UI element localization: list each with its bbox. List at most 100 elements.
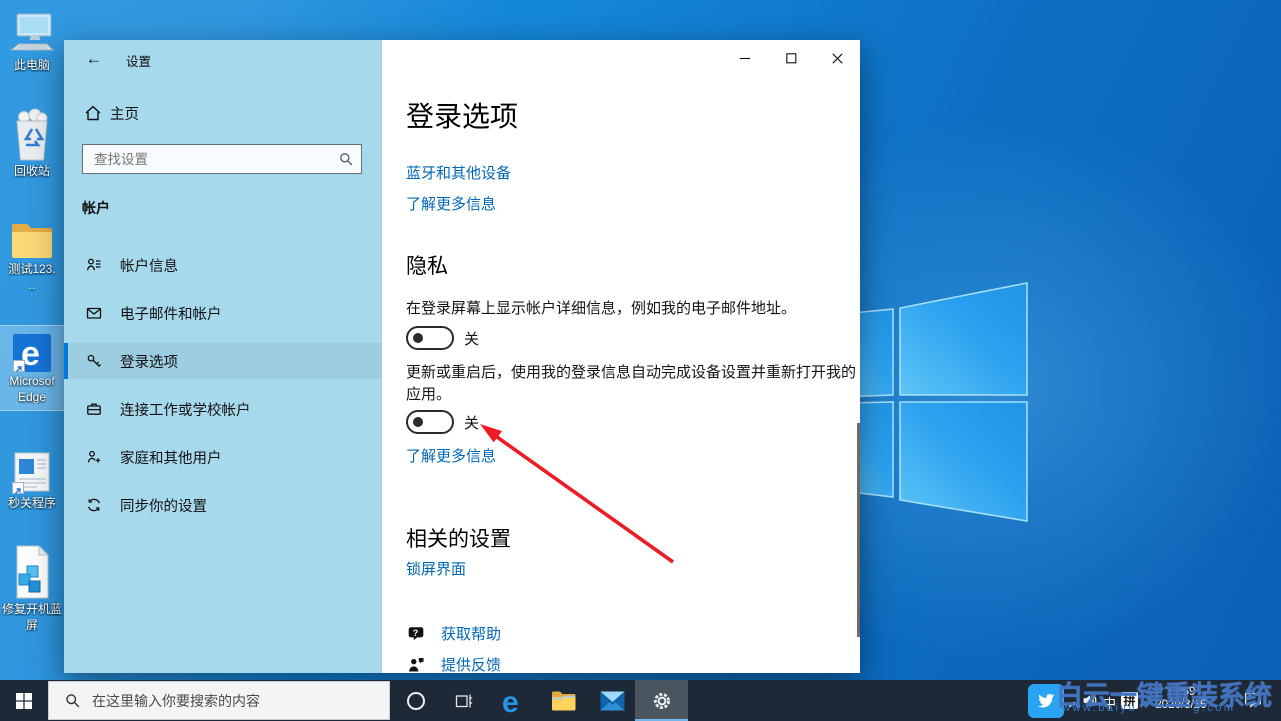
search-icon[interactable] [339,152,353,166]
toggle2-state-label: 关 [464,412,479,433]
settings-window: ← 设置 主页 帐户 帐户信息 电子邮件和帐户 登录 [64,40,860,673]
bluetooth-devices-link[interactable]: 蓝牙和其他设备 [406,162,511,183]
get-help-link[interactable]: 获取帮助 [441,623,501,644]
desktop-icon-label: Edge [18,390,46,404]
desktop-icon-test-folder[interactable]: 测试123. .. [0,218,64,292]
learn-more-link-top[interactable]: 了解更多信息 [406,193,496,214]
desktop-icon-recycle-bin[interactable]: 回收站 [0,108,64,178]
email-icon [86,305,102,321]
cortana-button[interactable] [398,680,434,721]
selected-accent-bar [64,343,68,379]
taskbar-search-box[interactable] [48,681,390,720]
windows-start-icon [16,693,32,709]
learn-more-link-privacy[interactable]: 了解更多信息 [406,445,496,466]
gear-icon [652,691,672,711]
settings-search-box[interactable] [82,144,362,174]
privacy-setting1-text: 在登录屏幕上显示帐户详细信息，例如我的电子邮件地址。 [406,298,861,320]
desktop-icon-label: Microsof [9,374,54,388]
home-icon [84,104,102,122]
desktop-icon-this-pc[interactable]: 此电脑 [0,12,64,72]
desktop-icon-label: 修复开机蓝 [2,602,62,616]
desktop-icon-microsoft-edge[interactable]: e Microsof Edge [0,326,64,410]
privacy-heading: 隐私 [406,250,448,280]
sidebar-item-family-users[interactable]: 家庭和其他用户 [64,439,382,475]
desktop: 此电脑 回收站 测试123. .. e M [0,0,1281,721]
toggle-knob [413,333,423,343]
file-explorer-icon [551,690,576,711]
shortcut-arrow-icon [12,482,24,494]
back-button[interactable]: ← [80,46,108,72]
sidebar-item-label: 连接工作或学校帐户 [120,399,251,420]
scrollbar-thumb[interactable] [857,423,860,637]
sidebar-home-label: 主页 [110,103,139,124]
desktop-icon-app-shortcut[interactable]: 秒关程序 [0,450,64,510]
folder-icon [9,218,55,260]
maximize-button[interactable] [768,40,814,76]
minimize-button[interactable] [722,40,768,76]
sidebar-item-email-accounts[interactable]: 电子邮件和帐户 [64,295,382,331]
feedback-person-icon [407,656,425,674]
window-controls [722,40,860,76]
get-help-row[interactable]: ? 获取帮助 [407,623,501,644]
sidebar-item-work-school[interactable]: 连接工作或学校帐户 [64,391,382,427]
this-pc-icon [9,12,55,56]
recycle-bin-icon [10,108,54,162]
sidebar-item-home[interactable]: 主页 [64,98,382,128]
give-feedback-row[interactable]: 提供反馈 [407,654,501,675]
desktop-icon-label: 测试123. [8,262,55,276]
svg-text:?: ? [413,627,419,637]
search-icon [65,693,80,708]
taskbar-explorer-button[interactable] [545,680,581,721]
sidebar-item-label: 帐户信息 [120,255,178,276]
close-button[interactable] [814,40,860,76]
taskbar-settings-button-active[interactable] [635,680,688,721]
shortcut-arrow-icon [13,360,25,372]
sidebar-item-signin-options[interactable]: 登录选项 [64,343,382,379]
give-feedback-link[interactable]: 提供反馈 [441,654,501,675]
sidebar-item-label: 电子邮件和帐户 [120,303,222,324]
toggle1-state-label: 关 [464,328,479,349]
sidebar-item-account-info[interactable]: 帐户信息 [64,247,382,283]
edge-icon: e [500,685,528,717]
page-title: 登录选项 [406,95,518,135]
show-account-details-toggle[interactable] [406,326,454,350]
sync-icon [86,497,102,513]
task-view-icon [455,692,473,710]
key-icon [86,353,102,369]
taskbar-edge-button[interactable]: e [496,680,532,721]
settings-sidebar: ← 设置 主页 帐户 帐户信息 电子邮件和帐户 登录 [64,40,382,673]
desktop-icon-label: .. [29,278,36,292]
sidebar-section-header: 帐户 [82,198,110,218]
desktop-icon-label: 回收站 [14,164,50,178]
lock-screen-link[interactable]: 锁屏界面 [406,558,466,579]
account-icon [86,257,102,273]
desktop-icon-label: 屏 [26,618,38,632]
privacy-setting2-text: 更新或重启后，使用我的登录信息自动完成设备设置并重新打开我的应用。 [406,362,858,406]
briefcase-icon [86,401,102,417]
edge-tile-icon: e [13,334,51,372]
desktop-icon-label: 秒关程序 [8,496,56,510]
cortana-icon [406,691,426,711]
start-button[interactable] [0,680,48,721]
mail-icon [600,691,625,711]
task-view-button[interactable] [446,680,482,721]
toggle-knob [413,417,423,427]
help-bubble-icon: ? [407,625,425,643]
taskbar-mail-button[interactable] [594,680,630,721]
watermark-title: 白云一键重装系统 [1056,674,1272,713]
settings-search-input[interactable] [92,151,339,168]
svg-text:e: e [502,686,519,717]
twitter-bird-icon [1035,690,1057,712]
window-title: 设置 [126,51,151,70]
desktop-icon-label: 此电脑 [14,58,50,72]
sidebar-item-label: 同步你的设置 [120,495,207,516]
related-settings-heading: 相关的设置 [406,523,511,553]
sidebar-item-label: 登录选项 [120,351,178,372]
desktop-icon-registry-file[interactable]: 修复开机蓝 屏 [0,544,64,632]
person-plus-icon [86,449,102,465]
sidebar-item-label: 家庭和其他用户 [120,447,222,468]
taskbar-search-input[interactable] [90,692,374,710]
registry-file-icon [11,544,53,600]
use-signin-info-toggle[interactable] [406,410,454,434]
sidebar-item-sync-settings[interactable]: 同步你的设置 [64,487,382,523]
